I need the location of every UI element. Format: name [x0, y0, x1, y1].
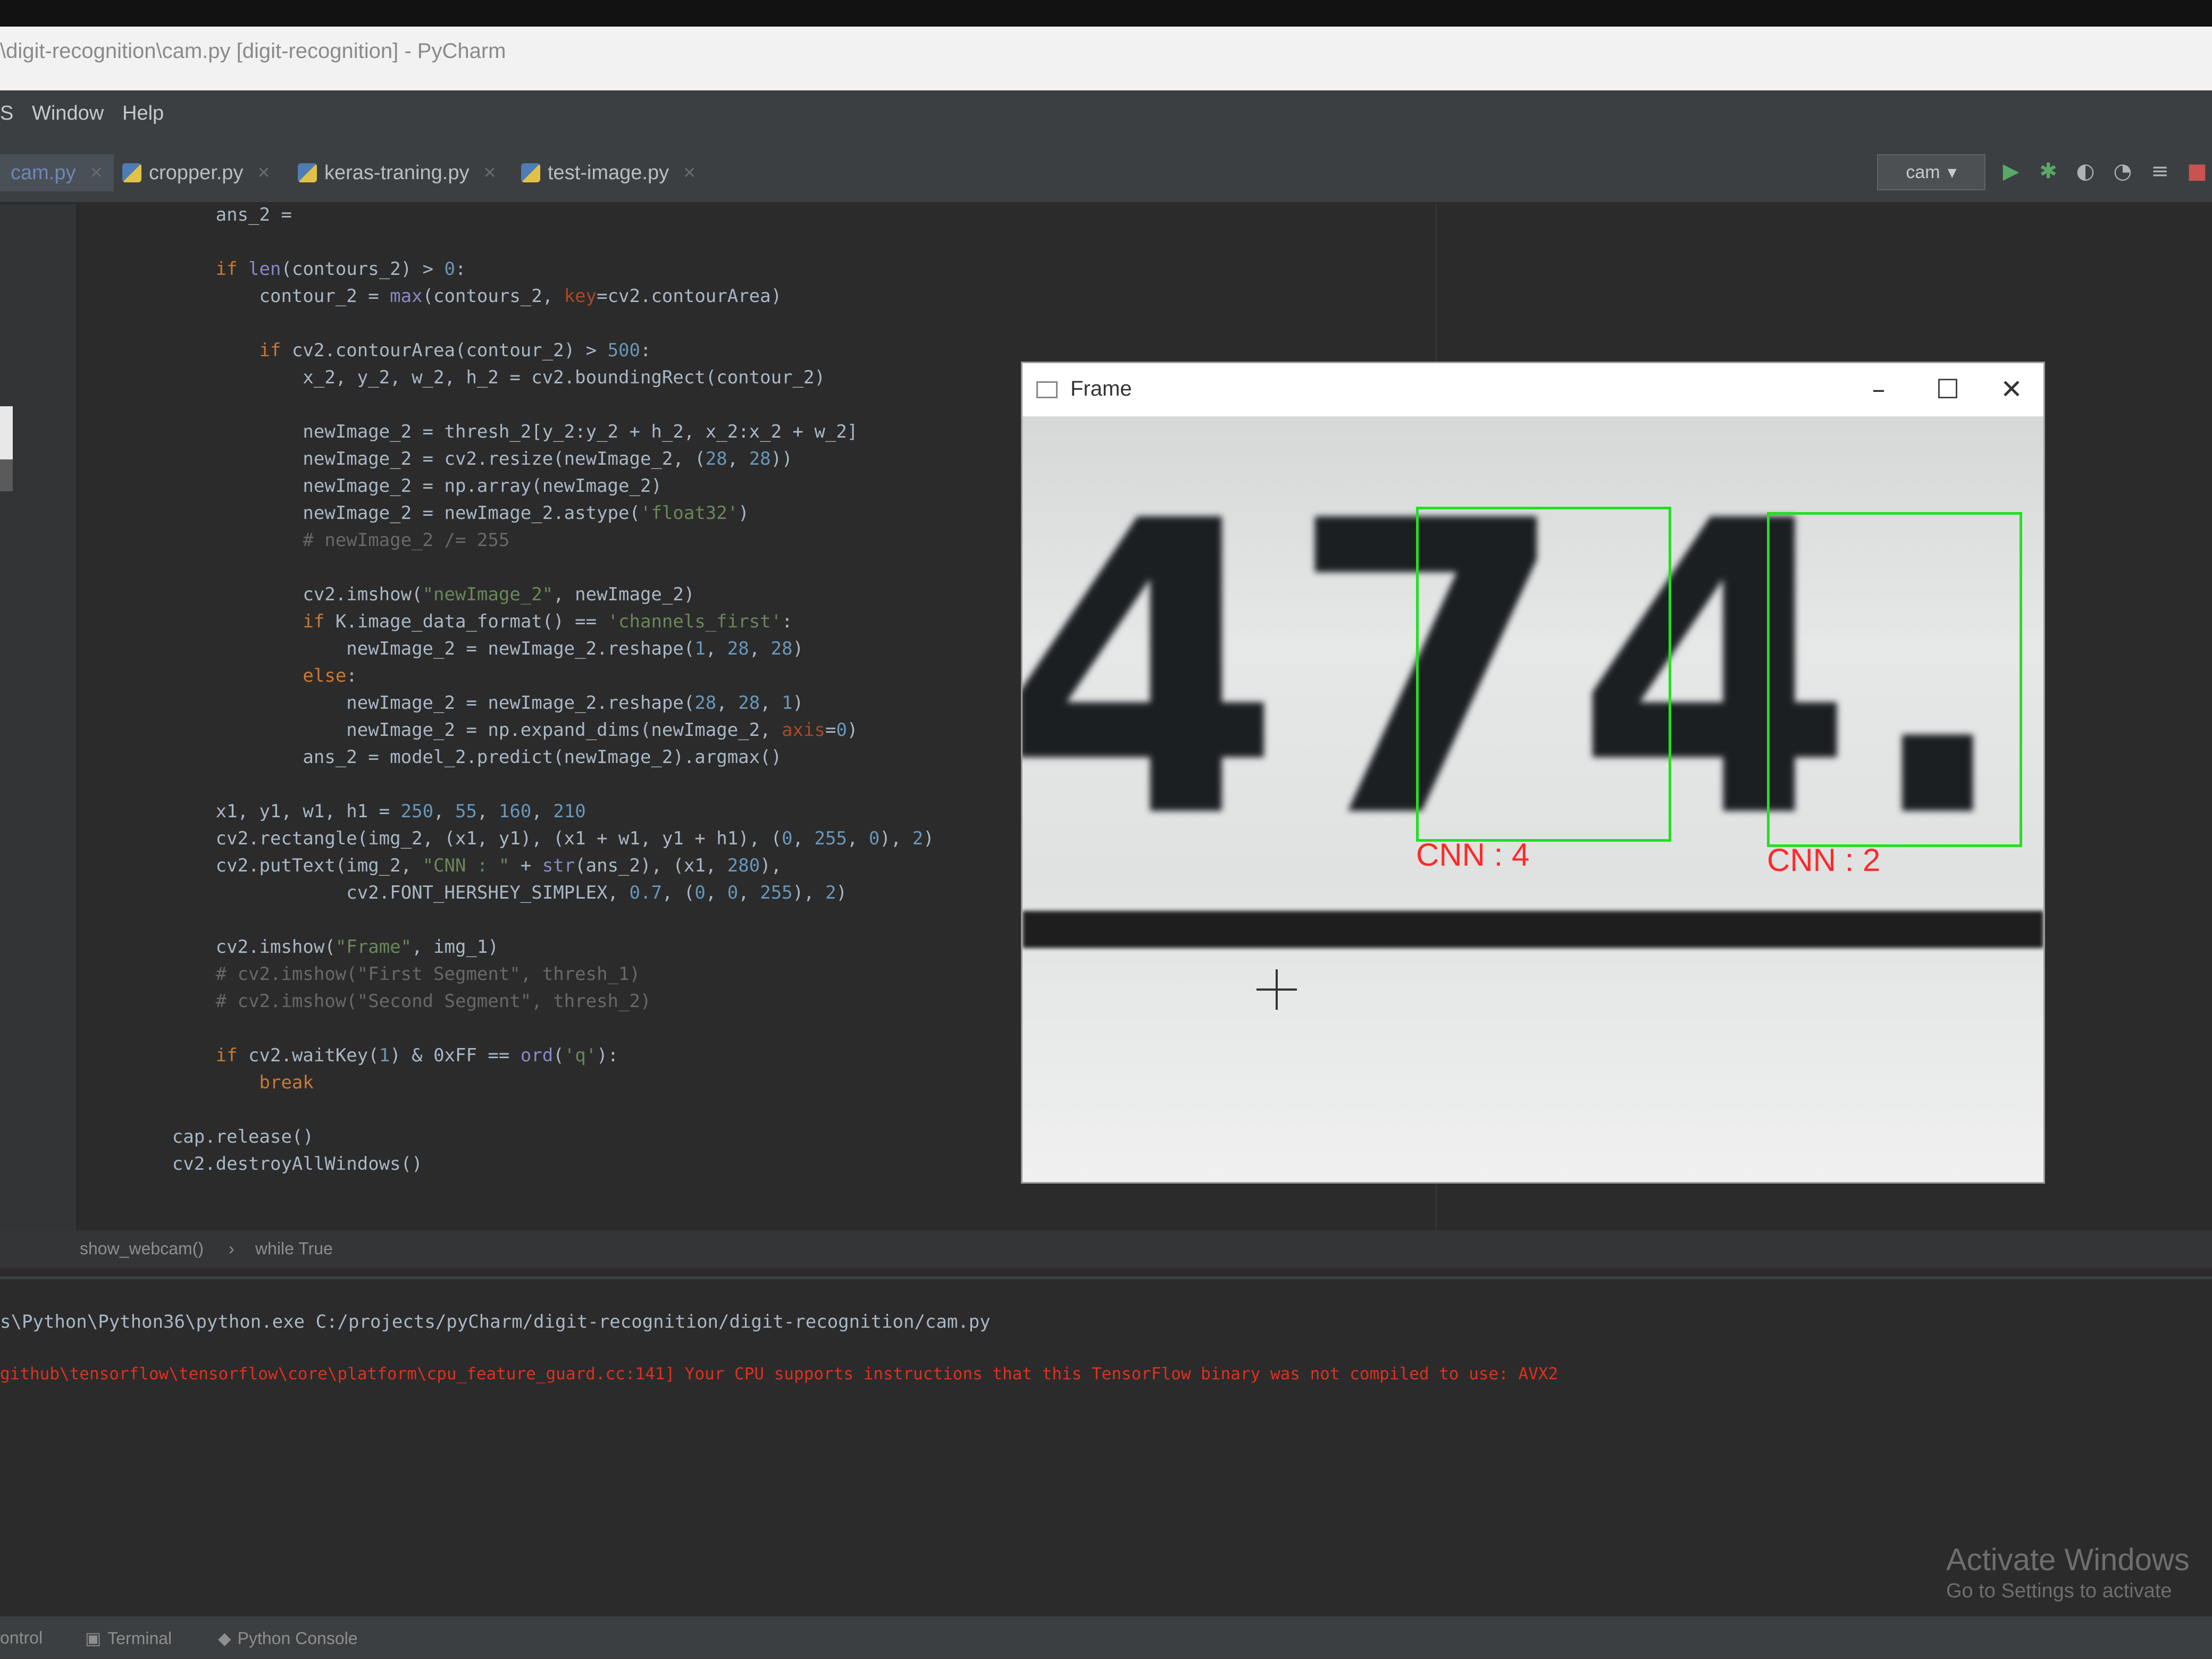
frame-window-title: Frame — [1070, 377, 1132, 400]
stop-icon[interactable]: ■ — [2185, 160, 2209, 183]
code-line: x1, y1, w1, h1 = 250, 55, 160, 210 — [85, 801, 586, 822]
breadcrumb-item[interactable]: show_webcam() — [80, 1239, 204, 1259]
menu-bar: S Window Help — [0, 90, 2212, 144]
code-line: newImage_2 = newImage_2.reshape(1, 28, 2… — [85, 638, 804, 659]
camera-frame-image: 474.2 CNN : 4 CNN : 2 — [1023, 416, 2043, 1182]
detection-box-1 — [1416, 507, 1671, 842]
breadcrumb: show_webcam() › while True — [0, 1230, 2212, 1268]
crosshair-cursor-icon — [1256, 969, 1297, 1010]
dark-line — [1023, 911, 2043, 948]
concurrency-icon[interactable]: ≡ — [2148, 160, 2172, 183]
tool-window-terminal[interactable]: ▣ Terminal — [85, 1628, 172, 1648]
ide-title-bar: \digit-recognition\cam.py [digit-recogni… — [0, 27, 2212, 90]
minimize-icon[interactable]: – — [1852, 371, 1905, 408]
run-config-label: cam — [1906, 162, 1940, 182]
window-app-icon — [1036, 381, 1058, 398]
code-line: newImage_2 = np.expand_dims(newImage_2, … — [85, 719, 858, 741]
close-icon[interactable]: ✕ — [1985, 371, 2038, 408]
code-line: cv2.imshow("Frame", img_1) — [85, 936, 499, 958]
code-line: cv2.imshow("newImage_2", newImage_2) — [85, 584, 695, 605]
python-file-icon — [122, 163, 141, 182]
activate-windows-watermark: Activate Windows Go to Settings to activ… — [1946, 1542, 2190, 1603]
detection-label-1: CNN : 4 — [1416, 837, 1530, 873]
tab-label: cam.py — [11, 161, 76, 184]
close-icon[interactable]: ✕ — [257, 164, 270, 182]
breadcrumb-separator: › — [229, 1239, 234, 1258]
python-file-icon — [298, 163, 317, 182]
detection-label-2: CNN : 2 — [1767, 842, 1881, 878]
tool-window-label: Python Console — [237, 1628, 358, 1648]
frame-title-bar[interactable]: Frame – ☐ ✕ — [1023, 363, 2043, 416]
tool-window-label: Terminal — [107, 1628, 172, 1648]
tab-cropper-py[interactable]: cropper.py ✕ — [122, 154, 271, 191]
code-line: x_2, y_2, w_2, h_2 = cv2.boundingRect(co… — [85, 367, 825, 388]
gutter-marker — [0, 406, 13, 459]
tab-keras-traning-py[interactable]: keras-traning.py ✕ — [298, 154, 497, 191]
editor-tab-bar: cam.py ✕ cropper.py ✕ keras-traning.py ✕… — [0, 144, 2212, 204]
menu-item-help[interactable]: Help — [122, 102, 164, 125]
gutter-marker — [0, 459, 13, 491]
tab-label: test-image.py — [548, 161, 669, 184]
run-output-panel: s\Python\Python36\python.exe C:/projects… — [0, 1276, 2212, 1620]
code-line: if len(contours_2) > 0: — [215, 258, 466, 280]
code-line: break — [259, 1072, 314, 1093]
breadcrumb-item[interactable]: while True — [255, 1239, 333, 1259]
code-line: else: — [303, 665, 357, 686]
run-icon[interactable]: ▶ — [1999, 160, 2023, 183]
window-title: \digit-recognition\cam.py [digit-recogni… — [0, 39, 506, 63]
code-line: newImage_2 = np.array(newImage_2) — [85, 475, 662, 497]
screen: \digit-recognition\cam.py [digit-recogni… — [0, 0, 2212, 1659]
terminal-icon: ▣ — [85, 1629, 102, 1648]
code-line: if cv2.waitKey(1) & 0xFF == ord('q'): — [215, 1045, 619, 1066]
close-icon[interactable]: ✕ — [89, 164, 103, 182]
tab-test-image-py[interactable]: test-image.py ✕ — [521, 154, 696, 191]
line-gutter — [0, 204, 76, 1230]
menu-item-s[interactable]: S — [0, 102, 13, 125]
code-line: newImage_2 = newImage_2.astype('float32'… — [85, 502, 749, 524]
close-icon[interactable]: ✕ — [683, 164, 696, 182]
code-line: # newImage_2 /= 255 — [85, 530, 510, 551]
tool-window-label: ontrol — [0, 1628, 43, 1647]
coverage-icon[interactable]: ◐ — [2074, 160, 2097, 183]
code-line: newImage_2 = newImage_2.reshape(28, 28, … — [85, 692, 804, 714]
code-line: ans_2 = model_2.predict(newImage_2).argm… — [85, 747, 782, 768]
code-line: cv2.putText(img_2, "CNN : " + str(ans_2)… — [85, 855, 782, 876]
tab-label: keras-traning.py — [324, 161, 470, 184]
code-line: # cv2.imshow("First Segment", thresh_1) — [85, 963, 640, 985]
tool-window-bar: ontrol ▣ Terminal ◆ Python Console — [0, 1616, 2212, 1659]
run-configuration-select[interactable]: cam ▾ — [1877, 154, 1985, 190]
tab-label: cropper.py — [149, 161, 244, 184]
python-console-icon: ◆ — [218, 1629, 231, 1648]
chevron-down-icon: ▾ — [1947, 162, 1957, 182]
run-warning-line: github\tensorflow\tensorflow\core\platfo… — [0, 1364, 1559, 1384]
code-line: if cv2.contourArea(contour_2) > 500: — [259, 340, 651, 361]
tab-cam-py[interactable]: cam.py ✕ — [0, 154, 114, 191]
top-bezel — [0, 0, 2212, 27]
maximize-icon[interactable]: ☐ — [1921, 371, 1974, 408]
debug-icon[interactable]: ✱ — [2037, 160, 2060, 183]
watermark-subtitle: Go to Settings to activate — [1946, 1580, 2172, 1602]
watermark-title: Activate Windows — [1946, 1543, 2190, 1577]
code-line: newImage_2 = cv2.resize(newImage_2, (28,… — [85, 448, 793, 470]
menu-item-window[interactable]: Window — [32, 102, 104, 125]
code-line: contour_2 = max(contours_2, key=cv2.cont… — [85, 286, 782, 307]
code-line: ans_2 = — [85, 204, 292, 225]
code-line: # cv2.imshow("Second Segment", thresh_2) — [85, 991, 651, 1012]
opencv-frame-window[interactable]: Frame – ☐ ✕ 474.2 CNN : 4 CNN : 2 — [1021, 362, 2045, 1184]
code-line: cv2.rectangle(img_2, (x1, y1), (x1 + w1,… — [85, 828, 934, 849]
code-line: cv2.FONT_HERSHEY_SIMPLEX, 0.7, (0, 0, 25… — [85, 882, 848, 903]
close-icon[interactable]: ✕ — [483, 164, 496, 182]
code-line: cv2.destroyAllWindows() — [85, 1153, 423, 1175]
python-file-icon — [521, 163, 540, 182]
run-command-line: s\Python\Python36\python.exe C:/projects… — [0, 1311, 991, 1333]
tool-window-python-console[interactable]: ◆ Python Console — [218, 1628, 358, 1648]
profile-icon[interactable]: ◔ — [2111, 160, 2134, 183]
code-line: if K.image_data_format() == 'channels_fi… — [303, 611, 793, 632]
tool-window-control[interactable]: ontrol — [0, 1628, 43, 1648]
code-line: newImage_2 = thresh_2[y_2:y_2 + h_2, x_2… — [85, 421, 858, 442]
detection-box-2 — [1767, 512, 2022, 847]
code-line: cap.release() — [85, 1126, 314, 1147]
